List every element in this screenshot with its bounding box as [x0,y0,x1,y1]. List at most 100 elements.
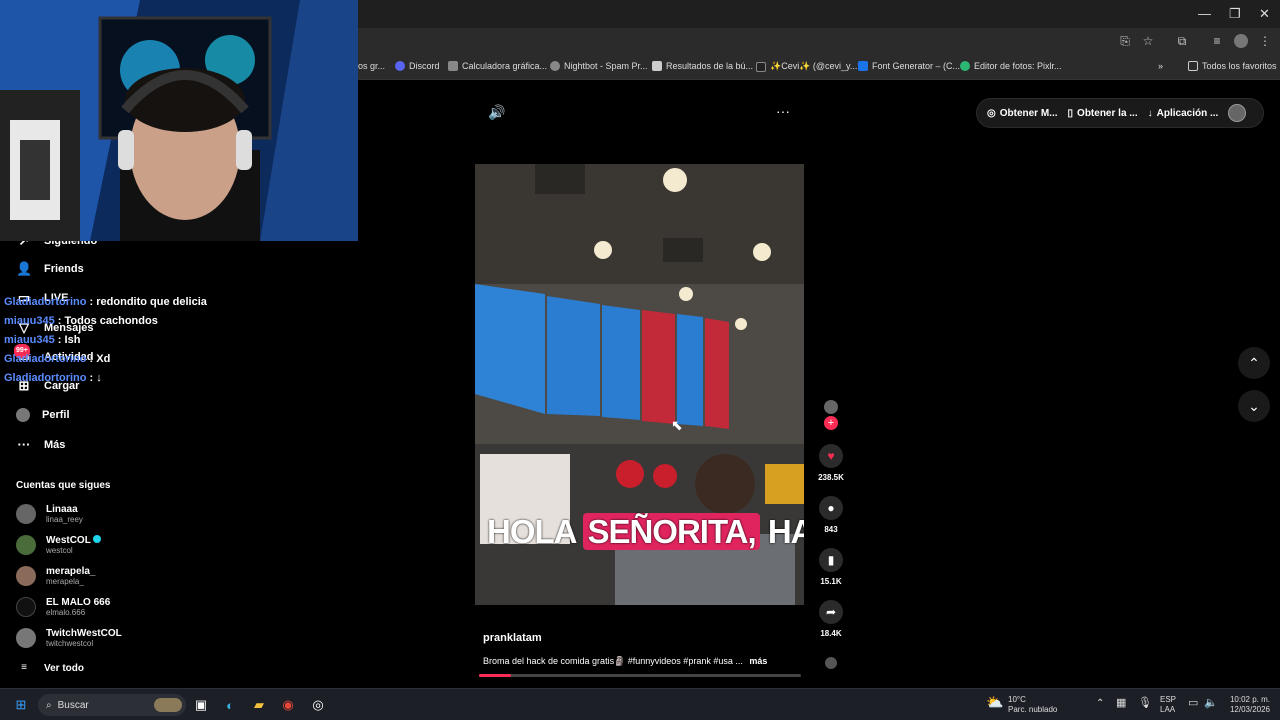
video-caption: HOLA SEÑORITA, HACE [487,513,804,550]
options-icon[interactable]: ··· [776,103,790,119]
extensions-icon[interactable]: ⧉ [1175,34,1189,48]
pixlr-icon [960,61,970,71]
video-author[interactable]: pranklatam [483,632,542,644]
previous-video-button[interactable]: ⌃ [1238,347,1270,379]
tray-app-icon[interactable]: ▦ [1116,698,1126,709]
chat-message: miauu345 : Todos cachondos [4,315,158,327]
chat-message: Gladiadortorino : Xd [4,353,111,365]
share-icon[interactable]: ➦ [819,600,843,624]
microphone-icon[interactable]: 🎙 [1138,698,1152,709]
network-icon[interactable]: ▭ [1188,698,1198,709]
install-app-icon[interactable]: ⎘ [1118,34,1132,48]
video-player[interactable]: HOLA SEÑORITA, HACE ⬉ [475,164,804,605]
more-icon: ··· [17,437,31,452]
save-action[interactable]: ▮ 15.1K [813,548,849,586]
sidebar-item-profile[interactable]: Perfil [16,408,70,422]
clock[interactable]: 10:02 p. m. 12/03/2026 [1224,695,1270,715]
see-all-link[interactable]: ≡ Ver todo [16,661,84,675]
font-generator-icon [858,61,868,71]
followed-account[interactable]: EL MALO 666 elmalo.666 [16,597,110,617]
sound-disc[interactable] [813,657,849,669]
document-icon [652,61,662,71]
profile-avatar-icon[interactable] [1234,34,1248,48]
video-description: Broma del hack de comida gratis🗿 #funnyv… [483,656,768,666]
avatar [16,566,36,586]
file-explorer-icon[interactable]: ▰ [249,695,269,715]
bookmarks-overflow-icon[interactable]: » [1158,61,1163,71]
save-count: 15.1K [820,577,842,586]
bookmark-item[interactable]: Nightbot - Spam Pr... [550,61,648,71]
next-video-button[interactable]: ⌄ [1238,390,1270,422]
edge-icon[interactable]: ◐ [220,695,240,715]
chrome-icon[interactable]: ◉ [278,695,298,715]
restore-icon[interactable]: ❐ [1229,6,1241,22]
speaker-icon[interactable]: 🔈 [1204,698,1218,709]
comment-icon[interactable]: ● [819,496,843,520]
bookmark-item[interactable]: Font Generator – (C... [858,61,960,71]
share-action[interactable]: ➦ 18.4K [813,600,849,638]
video-progress-bar[interactable] [479,674,801,677]
tray-overflow-icon[interactable]: ⌃ [1096,699,1104,709]
sidebar-item-friends[interactable]: 👤 Friends [16,262,84,276]
video-progress-fill [479,674,512,677]
bookmark-star-icon[interactable]: ☆ [1141,34,1155,48]
follow-plus-icon[interactable]: + [824,416,838,430]
bookmark-icon[interactable]: ▮ [819,548,843,572]
sidebar-item-label: Más [44,439,66,451]
comment-action[interactable]: ● 843 [813,496,849,534]
friends-icon: 👤 [16,261,33,276]
top-actions: ◎ Obtener M... ▯ Obtener la ... ↓ Aplicació… [976,98,1264,128]
volume-icon[interactable]: 🔊 [488,104,505,121]
like-action[interactable]: ♥ 238.5K [813,444,849,482]
user-avatar[interactable] [1228,104,1247,122]
app-download-button[interactable]: ↓ Aplicación ... [1148,108,1219,119]
language-indicator[interactable]: ESP LAA [1160,695,1176,715]
webcam-image [0,0,358,241]
bookmark-item[interactable]: ✨Cevi✨ (@cevi_y... [756,61,857,72]
folder-icon [1188,61,1198,71]
close-icon[interactable]: ✕ [1259,6,1270,22]
followed-account[interactable]: TwitchWestCOL twitchwestcol [16,628,122,648]
all-bookmarks-folder[interactable]: Todos los favoritos [1188,61,1277,71]
search-icon: ⌕ [46,699,52,711]
download-icon: ↓ [1147,107,1153,119]
get-app-button[interactable]: ▯ Obtener la ... [1068,108,1138,119]
chevron-down-icon: ⌄ [1248,397,1260,414]
following-accounts-title: Cuentas que sigues [16,480,111,491]
music-disc-icon[interactable] [825,657,837,669]
like-count: 238.5K [818,473,844,482]
creator-avatar[interactable] [824,400,838,414]
obs-icon[interactable]: ◎ [308,695,328,715]
phone-icon: ▯ [1067,107,1074,119]
more-link[interactable]: más [749,656,767,666]
bookmark-item[interactable]: Discord [395,61,440,71]
bookmark-item[interactable]: os gr... [358,61,385,71]
creator-avatar-block[interactable]: + [813,400,849,430]
browser-menu-icon[interactable]: ⋮ [1258,34,1272,48]
taskbar-search[interactable]: ⌕ Buscar [38,694,186,716]
minimize-icon[interactable]: — [1198,6,1211,21]
avatar [16,628,36,648]
windows-taskbar: ⊞ ⌕ Buscar ▣ ◐ ▰ ◉ ◎ ⛅ 10°C Parc. nublado … [0,688,1280,720]
task-view-icon[interactable]: ▣ [191,695,211,715]
followed-account[interactable]: WestCOL westcol [16,535,101,555]
list-icon: ≡ [21,662,27,673]
tiktok-icon [756,61,766,72]
get-coins-button[interactable]: ◎ Obtener M... [987,108,1058,119]
sidebar-item-more[interactable]: ··· Más [16,437,66,452]
windows-start-icon[interactable]: ⊞ [11,695,31,715]
bookmark-item[interactable]: Editor de fotos: Pixlr... [960,61,1062,71]
bookmark-item[interactable]: Resultados de la bú... [652,61,753,71]
heart-icon[interactable]: ♥ [819,444,843,468]
followed-account[interactable]: merapela_ merapela_ [16,566,95,586]
weather-widget[interactable]: 10°C Parc. nublado [1008,695,1057,715]
avatar [16,597,36,617]
coin-icon: ◎ [987,107,996,119]
profile-icon [16,408,30,422]
sidebar-item-label: Perfil [42,409,70,421]
followed-account[interactable]: Linaaa linaa_reey [16,504,83,524]
webcam-overlay [0,0,358,241]
media-control-icon[interactable]: ≡ [1210,34,1224,48]
bookmark-item[interactable]: Calculadora gráfica... [448,61,547,71]
sidebar-item-label: Friends [44,263,84,275]
